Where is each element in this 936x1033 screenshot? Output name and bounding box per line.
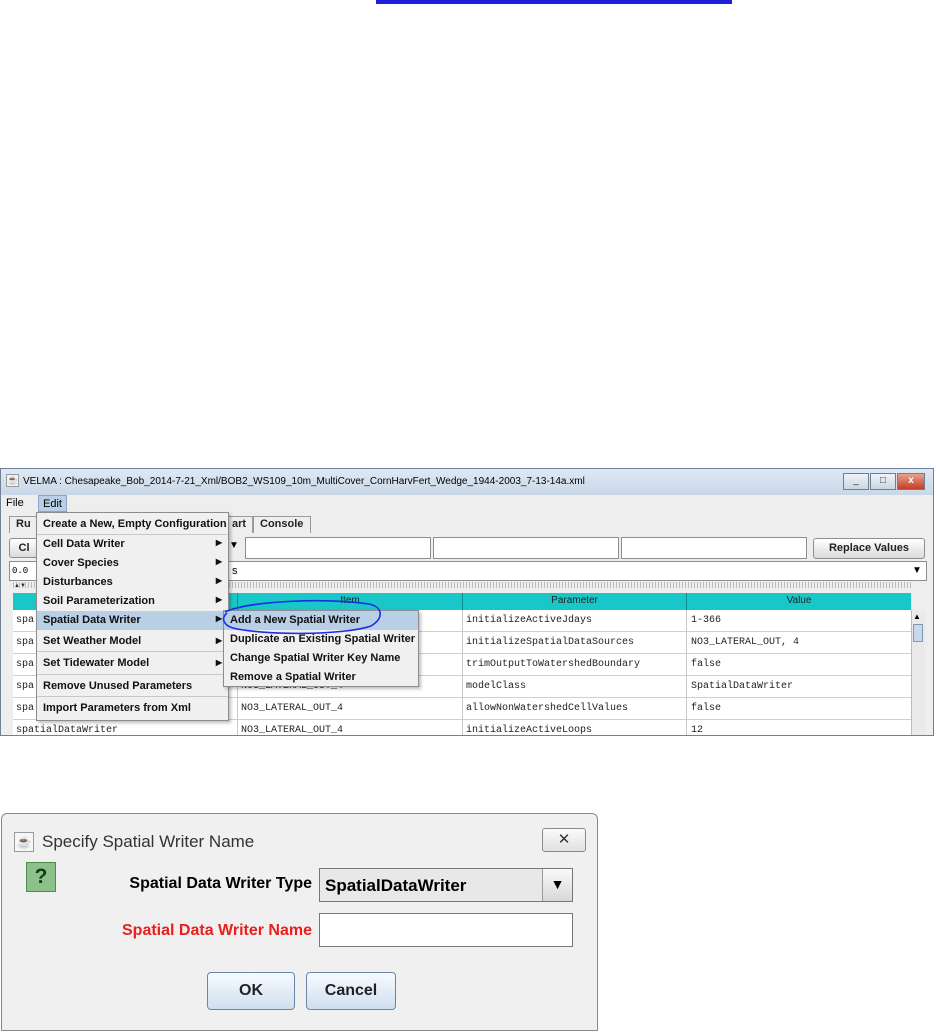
header-value[interactable]: Value [687, 595, 911, 606]
question-icon: ? [26, 862, 56, 892]
menu-edit[interactable]: Edit [38, 495, 67, 512]
cell-key: spa [16, 615, 35, 626]
menu-item-disturbances[interactable]: Disturbances ▶ [37, 573, 228, 592]
menu-item-import-parameters[interactable]: Import Parameters from Xml [37, 697, 228, 719]
menu-item-set-weather-model[interactable]: Set Weather Model ▶ [37, 630, 228, 652]
scroll-thumb[interactable] [913, 624, 923, 642]
cell-parameter: allowNonWatershedCellValues [466, 703, 629, 714]
header-parameter[interactable]: Parameter [463, 595, 686, 606]
submenu-arrow-icon: ▶ [215, 658, 222, 667]
submenu-arrow-icon: ▶ [215, 538, 222, 547]
splitter-arrows-icon[interactable]: ▲▼ [14, 583, 26, 589]
menu-item-remove-spatial-writer[interactable]: Remove a Spatial Writer [224, 668, 418, 687]
top-link-underline [376, 0, 732, 4]
scroll-up-icon[interactable]: ▲ [913, 612, 921, 621]
menu-item-label: Soil Parameterization [43, 595, 155, 607]
menu-item-cover-species[interactable]: Cover Species ▶ [37, 554, 228, 573]
menu-item-create-configuration[interactable]: Create a New, Empty Configuration [37, 513, 228, 535]
menu-item-label: Spatial Data Writer [43, 614, 141, 626]
submenu-arrow-icon: ▶ [215, 576, 222, 585]
cell-value: false [691, 703, 722, 714]
menu-file[interactable]: File [6, 497, 24, 509]
menu-bar: File Edit [1, 495, 933, 513]
menu-item-change-key-name[interactable]: Change Spatial Writer Key Name [224, 649, 418, 668]
cell-key: spa [16, 703, 35, 714]
cell-value: 1-366 [691, 615, 722, 626]
ok-button[interactable]: OK [207, 972, 295, 1010]
close-button[interactable]: x [897, 473, 925, 490]
cell-parameter: trimOutputToWatershedBoundary [466, 659, 641, 670]
close-icon[interactable]: ✕ [542, 828, 586, 852]
chevron-down-icon[interactable]: ▼ [542, 869, 572, 901]
menu-item-remove-unused-parameters[interactable]: Remove Unused Parameters [37, 675, 228, 697]
menu-item-label: Set Weather Model [43, 635, 142, 647]
cell-key: spa [16, 637, 35, 648]
maximize-button[interactable]: □ [870, 473, 896, 490]
menu-item-cell-data-writer[interactable]: Cell Data Writer ▶ [37, 535, 228, 554]
tab-run[interactable]: Ru [9, 516, 39, 533]
cell-value: NO3_LATERAL_OUT, 4 [691, 637, 800, 648]
menu-item-label: Cover Species [43, 557, 119, 569]
search-field-2[interactable] [433, 537, 619, 559]
writer-type-select[interactable]: SpatialDataWriter ▼ [319, 868, 573, 902]
menu-item-soil-parameterization[interactable]: Soil Parameterization ▶ [37, 592, 228, 611]
menu-item-label: Set Tidewater Model [43, 657, 150, 669]
cell-item: NO3_LATERAL_OUT_4 [241, 703, 344, 714]
clear-button[interactable]: Cl [9, 538, 39, 558]
column-divider [686, 610, 687, 735]
writer-name-label: Spatial Data Writer Name [122, 922, 312, 939]
minimize-button[interactable]: _ [843, 473, 869, 490]
java-app-icon: ☕ [14, 832, 34, 852]
replace-values-button[interactable]: Replace Values [813, 538, 925, 559]
specify-spatial-writer-dialog: ☕ Specify Spatial Writer Name ✕ ? Spatia… [1, 813, 598, 1031]
submenu-arrow-icon: ▶ [215, 636, 222, 645]
cell-key: spatialDataWriter [16, 725, 119, 736]
submenu-arrow-icon: ▶ [215, 557, 222, 566]
menu-item-spatial-data-writer[interactable]: Spatial Data Writer ▶ [37, 611, 228, 630]
chevron-down-icon[interactable]: ▼ [912, 565, 922, 576]
cell-parameter: initializeActiveJdays [466, 615, 593, 626]
cell-parameter: initializeSpatialDataSources [466, 637, 635, 648]
writer-name-input[interactable] [319, 913, 573, 947]
title-bar: ☕ VELMA : Chesapeake_Bob_2014-7-21_Xml/B… [1, 469, 933, 495]
window-title: VELMA : Chesapeake_Bob_2014-7-21_Xml/BOB… [23, 476, 585, 487]
cancel-button[interactable]: Cancel [306, 972, 396, 1010]
chevron-down-icon[interactable]: ▼ [229, 540, 239, 551]
menu-item-label: Create a New, Empty Configuration [43, 518, 227, 530]
cell-value: false [691, 659, 722, 670]
column-divider [462, 610, 463, 735]
menu-item-set-tidewater-model[interactable]: Set Tidewater Model ▶ [37, 652, 228, 675]
writer-type-value: SpatialDataWriter [325, 876, 467, 895]
cell-parameter: initializeActiveLoops [466, 725, 593, 736]
menu-item-label: Cell Data Writer [43, 538, 125, 550]
dialog-title: Specify Spatial Writer Name [42, 832, 255, 851]
writer-type-label: Spatial Data Writer Type [129, 875, 312, 892]
cell-value: 12 [691, 725, 704, 736]
search-field-3[interactable] [621, 537, 807, 559]
cell-key: spa [16, 681, 35, 692]
hand-drawn-highlight-circle [222, 599, 381, 635]
filter-mid-text: s [232, 565, 238, 577]
filter-left-text: 0.0 [12, 566, 29, 576]
menu-item-label: Import Parameters from Xml [43, 702, 191, 714]
menu-item-label: Remove a Spatial Writer [230, 671, 356, 683]
java-app-icon: ☕ [6, 474, 19, 487]
edit-menu: Create a New, Empty Configuration Cell D… [36, 512, 229, 721]
vertical-scrollbar[interactable]: ▲ [911, 610, 925, 735]
tab-chart[interactable]: art [225, 516, 253, 533]
tab-console[interactable]: Console [253, 516, 311, 533]
menu-item-label: Remove Unused Parameters [43, 680, 193, 692]
search-field-1[interactable] [245, 537, 431, 559]
menu-item-label: Disturbances [43, 576, 113, 588]
cell-value: SpatialDataWriter [691, 681, 794, 692]
menu-item-label: Change Spatial Writer Key Name [230, 652, 401, 664]
cell-item: NO3_LATERAL_OUT_4 [241, 725, 344, 736]
cell-parameter: modelClass [466, 681, 527, 692]
cell-key: spa [16, 659, 35, 670]
